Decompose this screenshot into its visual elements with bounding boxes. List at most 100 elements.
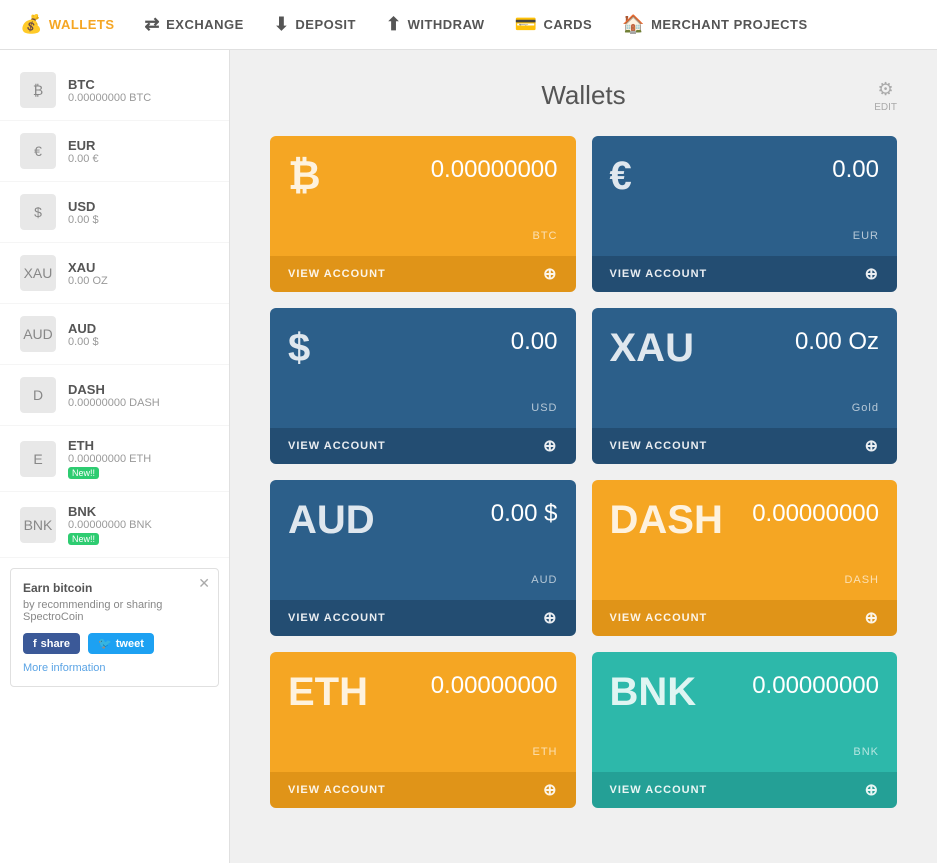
sidebar-name-xau: XAU <box>68 260 108 275</box>
sidebar-info-aud: AUD 0.00 $ <box>68 321 99 348</box>
sidebar-balance-dash: 0.00000000 DASH <box>68 397 160 409</box>
card-currency-btc: BTC <box>533 230 558 242</box>
sidebar-icon-eur: € <box>20 133 56 169</box>
sidebar-icon-aud: AUD <box>20 316 56 352</box>
arrow-icon-eth: ⊕ <box>543 780 557 800</box>
sidebar-item-btc[interactable]: ₿ BTC 0.00000000 BTC <box>0 60 229 121</box>
exchange-icon: ⇄ <box>145 14 161 35</box>
arrow-icon-btc: ⊕ <box>543 264 557 284</box>
card-icon-dash: DASH <box>610 500 723 540</box>
card-amount-usd: 0.00 <box>511 328 558 356</box>
card-body-dash: DASH 0.00000000 DASH <box>592 480 898 600</box>
nav-item-cards[interactable]: 💳 CARDS <box>515 9 593 40</box>
new-badge-bnk: New!! <box>68 533 99 545</box>
wallet-card-aud[interactable]: AUD 0.00 $ AUD VIEW ACCOUNT ⊕ <box>270 480 576 636</box>
view-account-label-eth: VIEW ACCOUNT <box>288 784 386 796</box>
wallet-card-btc[interactable]: ₿ 0.00000000 BTC VIEW ACCOUNT ⊕ <box>270 136 576 292</box>
wallet-grid: ₿ 0.00000000 BTC VIEW ACCOUNT ⊕ € 0.00 E… <box>270 136 897 808</box>
cards-icon: 💳 <box>515 14 538 35</box>
card-body-xau: XAU 0.00 Oz Gold <box>592 308 898 428</box>
twitter-tweet-button[interactable]: 🐦 tweet <box>88 633 154 654</box>
withdraw-icon: ⬆ <box>386 14 402 35</box>
card-top-bnk: BNK 0.00000000 <box>610 672 880 712</box>
card-footer-bnk[interactable]: VIEW ACCOUNT ⊕ <box>592 772 898 808</box>
card-amount-eth: 0.00000000 <box>431 672 558 700</box>
card-currency-xau: Gold <box>852 402 879 414</box>
view-account-label-xau: VIEW ACCOUNT <box>610 440 708 452</box>
sidebar-name-dash: DASH <box>68 382 160 397</box>
sidebar-icon-xau: XAU <box>20 255 56 291</box>
page-title: Wallets <box>541 80 625 111</box>
card-footer-xau[interactable]: VIEW ACCOUNT ⊕ <box>592 428 898 464</box>
main-content: Wallets ⚙ EDIT ₿ 0.00000000 BTC VIEW ACC… <box>230 50 937 863</box>
sidebar-name-eur: EUR <box>68 138 99 153</box>
sidebar-item-dash[interactable]: D DASH 0.00000000 DASH <box>0 365 229 426</box>
earn-box-close[interactable]: ✕ <box>198 575 210 592</box>
card-icon-eur: € <box>610 156 632 196</box>
view-account-label-eur: VIEW ACCOUNT <box>610 268 708 280</box>
sidebar-item-aud[interactable]: AUD AUD 0.00 $ <box>0 304 229 365</box>
arrow-icon-bnk: ⊕ <box>865 780 879 800</box>
sidebar-item-bnk[interactable]: BNK BNK 0.00000000 BNK New!! <box>0 492 229 558</box>
sidebar-balance-aud: 0.00 $ <box>68 336 99 348</box>
edit-button[interactable]: ⚙ EDIT <box>874 79 897 113</box>
card-footer-eur[interactable]: VIEW ACCOUNT ⊕ <box>592 256 898 292</box>
sidebar-item-eth[interactable]: E ETH 0.00000000 ETH New!! <box>0 426 229 492</box>
card-currency-aud: AUD <box>531 574 557 586</box>
sidebar-item-usd[interactable]: $ USD 0.00 $ <box>0 182 229 243</box>
sidebar-info-eth: ETH 0.00000000 ETH New!! <box>68 438 151 479</box>
earn-description: by recommending or sharing SpectroCoin <box>23 599 206 623</box>
sidebar-name-aud: AUD <box>68 321 99 336</box>
nav-item-merchant[interactable]: 🏠 MERCHANT PROJECTS <box>622 9 808 40</box>
wallet-card-usd[interactable]: $ 0.00 USD VIEW ACCOUNT ⊕ <box>270 308 576 464</box>
nav-label-wallets: WALLETS <box>49 17 115 32</box>
card-icon-xau: XAU <box>610 328 694 368</box>
card-footer-btc[interactable]: VIEW ACCOUNT ⊕ <box>270 256 576 292</box>
view-account-label-bnk: VIEW ACCOUNT <box>610 784 708 796</box>
sidebar-balance-bnk: 0.00000000 BNK <box>68 519 152 531</box>
arrow-icon-dash: ⊕ <box>865 608 879 628</box>
sidebar-info-btc: BTC 0.00000000 BTC <box>68 77 151 104</box>
card-top-usd: $ 0.00 <box>288 328 558 368</box>
nav-item-exchange[interactable]: ⇄ EXCHANGE <box>145 9 244 40</box>
nav-item-deposit[interactable]: ⬇ DEPOSIT <box>274 9 356 40</box>
earn-box: ✕ Earn bitcoin by recommending or sharin… <box>10 568 219 687</box>
nav-label-cards: CARDS <box>543 17 592 32</box>
sidebar-icon-btc: ₿ <box>20 72 56 108</box>
arrow-icon-usd: ⊕ <box>543 436 557 456</box>
wallet-card-eur[interactable]: € 0.00 EUR VIEW ACCOUNT ⊕ <box>592 136 898 292</box>
card-icon-bnk: BNK <box>610 672 697 712</box>
card-body-eth: ETH 0.00000000 ETH <box>270 652 576 772</box>
sidebar-name-btc: BTC <box>68 77 151 92</box>
earn-title: Earn bitcoin <box>23 581 206 595</box>
view-account-label-usd: VIEW ACCOUNT <box>288 440 386 452</box>
card-amount-xau: 0.00 Oz <box>795 328 879 356</box>
arrow-icon-eur: ⊕ <box>865 264 879 284</box>
card-footer-dash[interactable]: VIEW ACCOUNT ⊕ <box>592 600 898 636</box>
card-footer-usd[interactable]: VIEW ACCOUNT ⊕ <box>270 428 576 464</box>
merchant-icon: 🏠 <box>622 14 645 35</box>
edit-label: EDIT <box>874 102 897 113</box>
wallet-card-eth[interactable]: ETH 0.00000000 ETH VIEW ACCOUNT ⊕ <box>270 652 576 808</box>
card-footer-eth[interactable]: VIEW ACCOUNT ⊕ <box>270 772 576 808</box>
sidebar-balance-usd: 0.00 $ <box>68 214 99 226</box>
card-body-usd: $ 0.00 USD <box>270 308 576 428</box>
more-info-link[interactable]: More information <box>23 662 206 674</box>
sidebar-info-eur: EUR 0.00 € <box>68 138 99 165</box>
sidebar-balance-eth: 0.00000000 ETH <box>68 453 151 465</box>
card-footer-aud[interactable]: VIEW ACCOUNT ⊕ <box>270 600 576 636</box>
sidebar-item-eur[interactable]: € EUR 0.00 € <box>0 121 229 182</box>
sidebar-item-xau[interactable]: XAU XAU 0.00 OZ <box>0 243 229 304</box>
wallet-card-bnk[interactable]: BNK 0.00000000 BNK VIEW ACCOUNT ⊕ <box>592 652 898 808</box>
sidebar-balance-xau: 0.00 OZ <box>68 275 108 287</box>
nav-item-wallets[interactable]: 💰 WALLETS <box>20 9 115 40</box>
wallet-card-xau[interactable]: XAU 0.00 Oz Gold VIEW ACCOUNT ⊕ <box>592 308 898 464</box>
wallet-card-dash[interactable]: DASH 0.00000000 DASH VIEW ACCOUNT ⊕ <box>592 480 898 636</box>
view-account-label-btc: VIEW ACCOUNT <box>288 268 386 280</box>
sidebar-balance-btc: 0.00000000 BTC <box>68 92 151 104</box>
nav-item-withdraw[interactable]: ⬆ WITHDRAW <box>386 9 485 40</box>
facebook-share-button[interactable]: f share <box>23 633 80 654</box>
card-top-xau: XAU 0.00 Oz <box>610 328 880 368</box>
sidebar-icon-dash: D <box>20 377 56 413</box>
card-currency-eth: ETH <box>533 746 558 758</box>
